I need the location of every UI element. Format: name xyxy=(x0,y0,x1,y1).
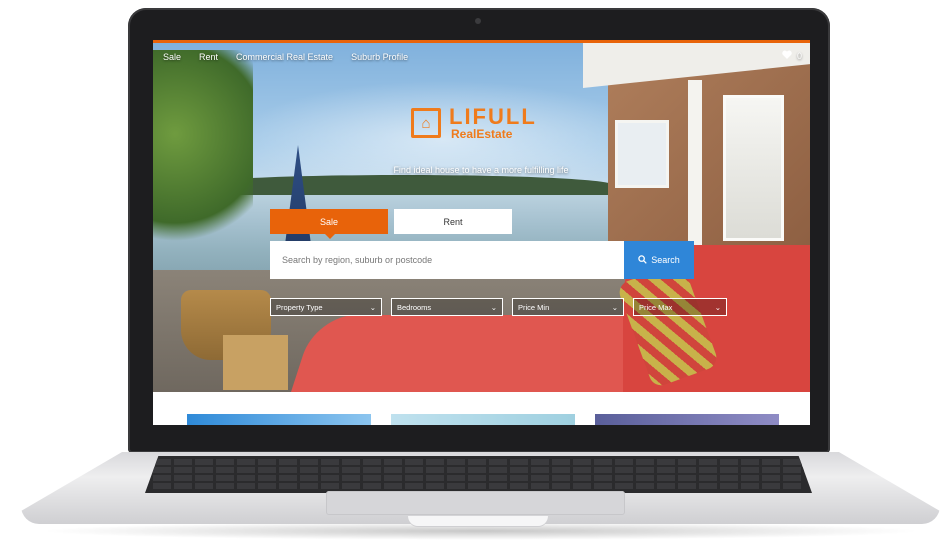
search-bar: Search xyxy=(270,241,694,279)
nav-item-sale[interactable]: Sale xyxy=(163,52,181,62)
search-button-label: Search xyxy=(651,255,680,265)
nav-item-suburb-profile[interactable]: Suburb Profile xyxy=(351,52,408,62)
house-bracket-icon: ⌂ xyxy=(411,108,441,138)
filter-label: Price Max xyxy=(639,302,673,312)
chevron-down-icon: ⌄ xyxy=(369,302,376,312)
laptop-trackpad xyxy=(326,491,625,515)
chevron-down-icon: ⌄ xyxy=(490,302,497,312)
search-icon xyxy=(638,254,647,266)
favorites-count: 0 xyxy=(796,50,802,61)
nav-item-rent[interactable]: Rent xyxy=(199,52,218,62)
hero-treeline xyxy=(193,175,613,195)
filter-price-max[interactable]: Price Max ⌄ xyxy=(633,298,727,316)
laptop-lid: Sale Rent Commercial Real Estate Suburb … xyxy=(128,8,830,453)
webcam xyxy=(475,18,481,24)
listing-card-thumbnail[interactable] xyxy=(187,414,371,425)
search-tabs: Sale Rent xyxy=(270,209,512,239)
chevron-down-icon: ⌄ xyxy=(714,302,721,312)
brand-name: LIFULL xyxy=(449,104,537,129)
chevron-down-icon: ⌄ xyxy=(611,302,618,312)
hero-window xyxy=(615,120,669,188)
main-nav: Sale Rent Commercial Real Estate Suburb … xyxy=(163,52,426,62)
hero-banner: Sale Rent Commercial Real Estate Suburb … xyxy=(153,40,810,392)
nav-item-commercial-real-estate[interactable]: Commercial Real Estate xyxy=(236,52,333,62)
tab-rent[interactable]: Rent xyxy=(394,209,512,234)
brand-logo[interactable]: ⌂ LIFULL RealEstate xyxy=(411,106,537,140)
listing-card-thumbnail[interactable] xyxy=(391,414,575,425)
filter-price-min[interactable]: Price Min ⌄ xyxy=(512,298,624,316)
tab-sale[interactable]: Sale xyxy=(270,209,388,239)
laptop-screen: Sale Rent Commercial Real Estate Suburb … xyxy=(153,40,810,425)
filter-property-type[interactable]: Property Type ⌄ xyxy=(270,298,382,316)
filter-bedrooms[interactable]: Bedrooms ⌄ xyxy=(391,298,503,316)
listing-card-thumbnail[interactable] xyxy=(595,414,779,425)
hero-tagline: Find ideal house to have a more fulfilli… xyxy=(393,165,569,175)
heart-icon xyxy=(782,50,792,61)
top-accent-bar xyxy=(153,40,810,43)
favorites-button[interactable]: 0 xyxy=(782,50,802,61)
hero-planter-box xyxy=(223,335,288,390)
listing-cards xyxy=(187,414,779,425)
hero-door xyxy=(723,95,784,241)
filter-label: Bedrooms xyxy=(397,302,432,312)
search-button[interactable]: Search xyxy=(624,241,694,279)
search-input[interactable] xyxy=(270,241,624,279)
laptop-keyboard xyxy=(145,456,812,493)
hero-tree xyxy=(153,50,253,260)
filter-label: Property Type xyxy=(276,302,323,312)
search-filters: Property Type ⌄ Bedrooms ⌄ Price Min ⌄ P… xyxy=(270,298,727,316)
laptop-opening-notch xyxy=(408,516,548,526)
brand-subname: RealEstate xyxy=(451,127,513,141)
filter-label: Price Min xyxy=(518,302,550,312)
